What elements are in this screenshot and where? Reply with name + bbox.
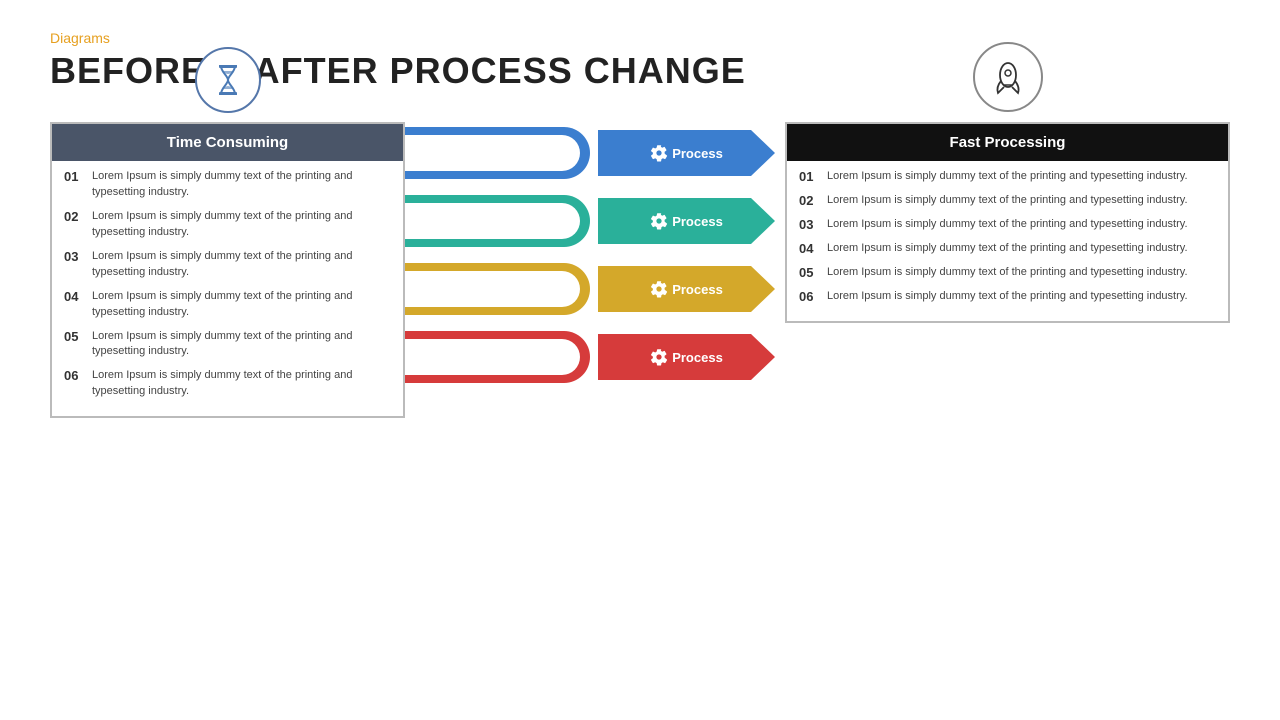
left-header: Time Consuming: [52, 124, 403, 161]
item-text: Lorem Ipsum is simply dummy text of the …: [92, 169, 387, 201]
process-row: Process: [405, 326, 775, 388]
right-list-item: 06 Lorem Ipsum is simply dummy text of t…: [799, 289, 1212, 305]
item-text: Lorem Ipsum is simply dummy text of the …: [827, 217, 1188, 233]
item-number: 06: [64, 368, 92, 383]
item-number: 01: [64, 169, 92, 184]
left-list-item: 05 Lorem Ipsum is simply dummy text of t…: [64, 329, 387, 361]
right-panel: Fast Processing 01 Lorem Ipsum is simply…: [785, 122, 1230, 323]
right-list-item: 02 Lorem Ipsum is simply dummy text of t…: [799, 193, 1212, 209]
item-text: Lorem Ipsum is simply dummy text of the …: [92, 329, 387, 361]
process-arrow: Process: [598, 198, 775, 244]
item-number: 04: [64, 289, 92, 304]
process-row: Process: [405, 122, 775, 184]
item-text: Lorem Ipsum is simply dummy text of the …: [92, 249, 387, 281]
right-list-item: 03 Lorem Ipsum is simply dummy text of t…: [799, 217, 1212, 233]
left-list-item: 02 Lorem Ipsum is simply dummy text of t…: [64, 209, 387, 241]
item-number: 03: [64, 249, 92, 264]
left-list-item: 04 Lorem Ipsum is simply dummy text of t…: [64, 289, 387, 321]
item-number: 02: [799, 193, 827, 208]
curved-band: [405, 127, 590, 179]
left-list-item: 03 Lorem Ipsum is simply dummy text of t…: [64, 249, 387, 281]
right-list-item: 01 Lorem Ipsum is simply dummy text of t…: [799, 169, 1212, 185]
right-header: Fast Processing: [787, 124, 1228, 161]
item-text: Lorem Ipsum is simply dummy text of the …: [92, 209, 387, 241]
left-list-item: 01 Lorem Ipsum is simply dummy text of t…: [64, 169, 387, 201]
hourglass-svg: [210, 62, 246, 98]
item-text: Lorem Ipsum is simply dummy text of the …: [827, 193, 1188, 209]
center-section: Process Process Process Process: [405, 122, 775, 394]
right-items: 01 Lorem Ipsum is simply dummy text of t…: [787, 161, 1228, 321]
left-panel: Time Consuming 01 Lorem Ipsum is simply …: [50, 122, 405, 418]
process-arrow: Process: [598, 266, 775, 312]
item-number: 05: [64, 329, 92, 344]
gear-icon: [650, 212, 668, 230]
process-label: Process: [672, 282, 723, 297]
right-list-item: 04 Lorem Ipsum is simply dummy text of t…: [799, 241, 1212, 257]
right-box: Fast Processing 01 Lorem Ipsum is simply…: [785, 122, 1230, 323]
curved-band: [405, 263, 590, 315]
process-arrow: Process: [598, 334, 775, 380]
rocket-svg: [988, 57, 1028, 97]
item-text: Lorem Ipsum is simply dummy text of the …: [827, 169, 1188, 185]
process-row: Process: [405, 258, 775, 320]
curved-band: [405, 195, 590, 247]
hourglass-icon: [195, 47, 261, 113]
gear-icon: [650, 280, 668, 298]
item-number: 04: [799, 241, 827, 256]
rocket-icon: [973, 42, 1043, 112]
process-label: Process: [672, 350, 723, 365]
left-box: Time Consuming 01 Lorem Ipsum is simply …: [50, 122, 405, 418]
process-label: Process: [672, 214, 723, 229]
tag-label: Diagrams: [50, 30, 1230, 46]
gear-icon: [650, 144, 668, 162]
gear-icon: [650, 348, 668, 366]
right-list-item: 05 Lorem Ipsum is simply dummy text of t…: [799, 265, 1212, 281]
page: Diagrams BEFORE & AFTER PROCESS CHANGE T…: [0, 0, 1280, 720]
left-items: 01 Lorem Ipsum is simply dummy text of t…: [52, 161, 403, 416]
process-row: Process: [405, 190, 775, 252]
left-list-item: 06 Lorem Ipsum is simply dummy text of t…: [64, 368, 387, 400]
item-text: Lorem Ipsum is simply dummy text of the …: [827, 289, 1188, 305]
item-text: Lorem Ipsum is simply dummy text of the …: [827, 241, 1188, 257]
item-number: 06: [799, 289, 827, 304]
item-text: Lorem Ipsum is simply dummy text of the …: [92, 368, 387, 400]
process-arrow: Process: [598, 130, 775, 176]
item-number: 01: [799, 169, 827, 184]
item-number: 05: [799, 265, 827, 280]
curved-band: [405, 331, 590, 383]
process-label: Process: [672, 146, 723, 161]
item-number: 02: [64, 209, 92, 224]
item-text: Lorem Ipsum is simply dummy text of the …: [92, 289, 387, 321]
item-text: Lorem Ipsum is simply dummy text of the …: [827, 265, 1188, 281]
item-number: 03: [799, 217, 827, 232]
